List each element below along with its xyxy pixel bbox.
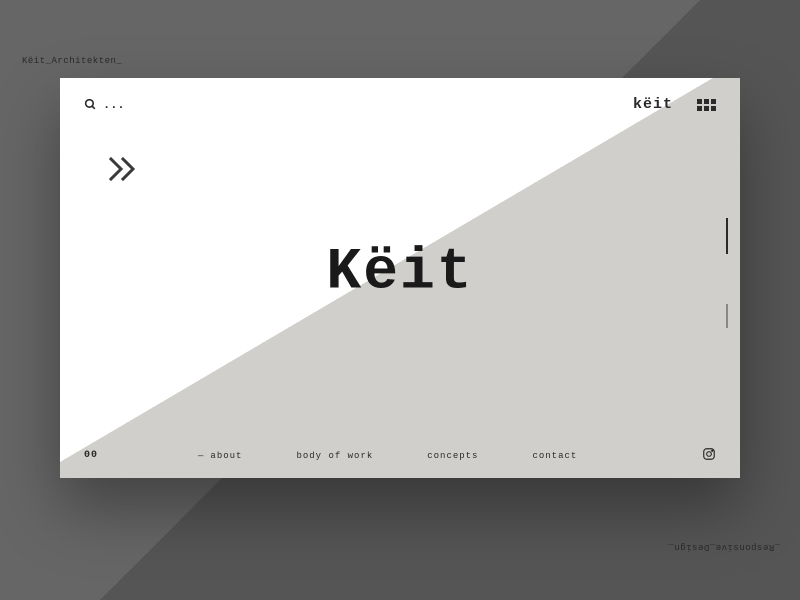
search-trigger[interactable]: ... (84, 98, 125, 112)
chevron-right-icon (108, 156, 142, 182)
bg-label-right: _Responsive_Design_ (668, 542, 780, 552)
slide-indicators[interactable] (726, 218, 728, 328)
indicator-active[interactable] (726, 218, 728, 254)
next-chevrons[interactable] (108, 156, 142, 187)
footer-nav: —about body of work concepts contact (198, 451, 577, 461)
topbar-right: këit (633, 96, 716, 113)
instagram-icon (702, 447, 716, 461)
nav-about[interactable]: —about (198, 451, 242, 461)
hero-title: Këit (326, 240, 473, 305)
bottombar: 00 —about body of work concepts contact (84, 447, 716, 464)
bg-label-left: Këit_Architekten_ (22, 56, 122, 66)
hero-card: ... këit Këit 00 —about body of work con… (60, 78, 740, 478)
nav-body-of-work[interactable]: body of work (296, 451, 373, 461)
search-placeholder: ... (103, 98, 125, 112)
nav-concepts[interactable]: concepts (427, 451, 478, 461)
search-icon (84, 98, 97, 111)
indicator-inactive[interactable] (726, 304, 728, 328)
page-number: 00 (84, 450, 98, 461)
wordmark-small[interactable]: këit (633, 96, 673, 113)
topbar: ... këit (84, 96, 716, 113)
grid-menu-icon[interactable] (697, 99, 716, 111)
nav-contact[interactable]: contact (532, 451, 577, 461)
instagram-link[interactable] (702, 447, 716, 464)
